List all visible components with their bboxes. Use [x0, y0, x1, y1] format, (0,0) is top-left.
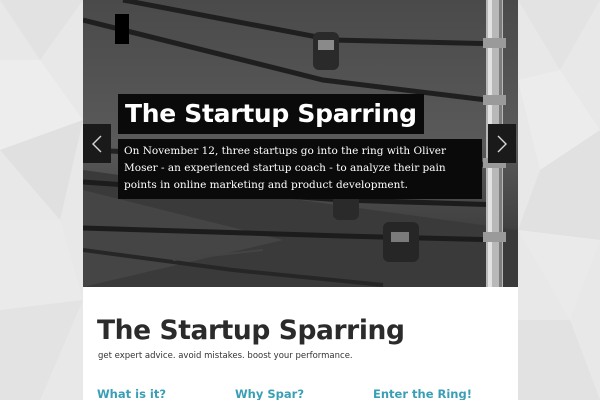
slider-next-button[interactable]	[488, 124, 516, 163]
slide-title: The Startup Sparring	[118, 94, 424, 134]
site-tagline: get expert advice. avoid mistakes. boost…	[98, 351, 353, 361]
slide-description: On November 12, three startups go into t…	[118, 139, 482, 199]
chevron-left-icon	[92, 135, 102, 152]
site-title[interactable]: The Startup Sparring	[97, 313, 405, 349]
page-container: The Startup Sparring On November 12, thr…	[83, 0, 518, 400]
section-heading-enter-the-ring[interactable]: Enter the Ring!	[373, 386, 472, 400]
slider-prev-button[interactable]	[83, 124, 111, 163]
hero-slider: The Startup Sparring On November 12, thr…	[83, 0, 518, 287]
site-logo[interactable]	[115, 14, 129, 44]
section-heading-what-is-it[interactable]: What is it?	[97, 386, 166, 400]
chevron-right-icon	[497, 135, 507, 152]
section-heading-why-spar[interactable]: Why Spar?	[235, 386, 304, 400]
